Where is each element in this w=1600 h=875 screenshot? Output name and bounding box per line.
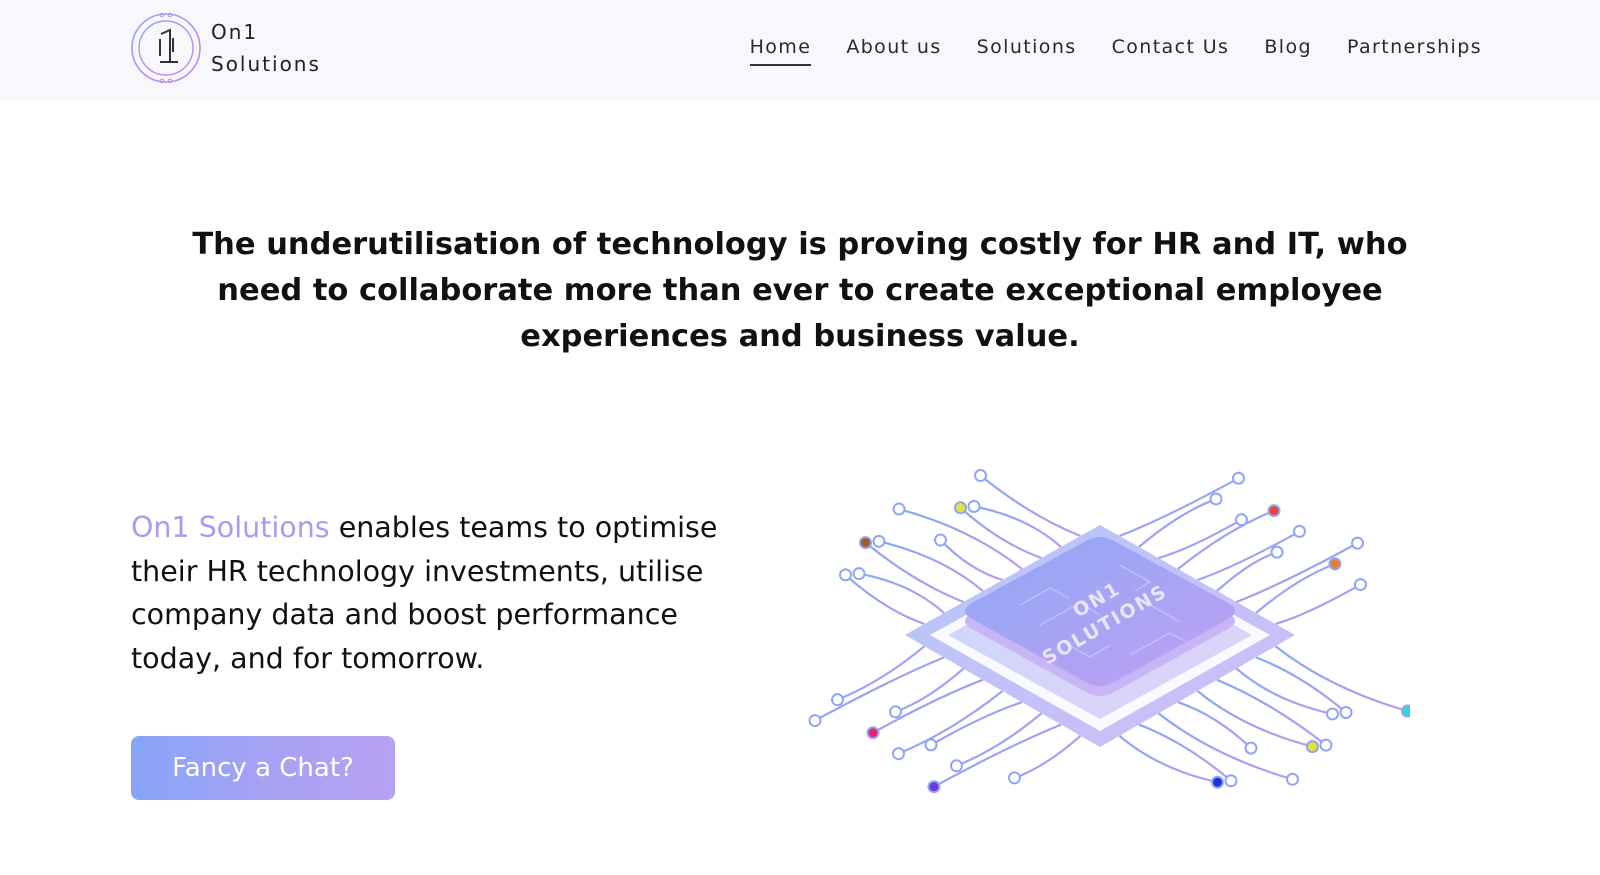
circuit-pad (831, 693, 844, 707)
circuit-trace (1197, 530, 1301, 582)
circuit-trace (1236, 542, 1359, 604)
circuit-pad (892, 502, 906, 516)
circuit-pad (1354, 578, 1367, 592)
circuit-pad (1267, 504, 1281, 518)
circuit-pad (1211, 775, 1224, 789)
circuit-pad (1209, 492, 1223, 506)
circuit-trace (973, 505, 1062, 548)
circuit-pad (1224, 774, 1238, 788)
circuit-pad (852, 567, 866, 581)
logo-icon (131, 12, 201, 84)
nav-contact-us[interactable]: Contact Us (1112, 36, 1230, 66)
circuit-trace (858, 572, 945, 614)
circuit-trace (1275, 583, 1362, 626)
circuit-pad (859, 536, 872, 550)
circuit-pad (924, 738, 938, 752)
brand-name: On1 Solutions (131, 511, 330, 544)
circuit-pad (967, 500, 981, 513)
circuit-trace (1274, 645, 1408, 713)
circuit-chip-illustration: ON1 SOLUTIONS (808, 469, 1410, 794)
nav-solutions[interactable]: Solutions (977, 36, 1077, 66)
logo-name-line1: On1 (211, 20, 259, 44)
main-nav: Home About us Solutions Contact Us Blog … (715, 36, 1482, 66)
circuit-pad (1401, 704, 1410, 718)
circuit-pad (839, 568, 852, 582)
nav-partnerships[interactable]: Partnerships (1347, 36, 1482, 66)
circuit-pad (1286, 772, 1299, 786)
circuit-trace (1177, 701, 1252, 749)
circuit-pad (950, 759, 963, 773)
hero-headline: The underutilisation of technology is pr… (192, 227, 1408, 354)
circuit-trace (1119, 477, 1240, 538)
circuit-pad (1351, 536, 1364, 550)
circuit-pad (1339, 705, 1353, 719)
circuit-trace (844, 574, 925, 626)
circuit-pad (892, 747, 905, 761)
hero-intro: On1 Solutions enables teams to optimise … (131, 506, 751, 680)
circuit-pad (954, 501, 967, 515)
circuit-trace (814, 656, 945, 722)
circuit-pad (1244, 741, 1258, 755)
circuit-trace (1216, 678, 1327, 747)
circuit-trace (939, 539, 1003, 582)
circuit-pad (927, 780, 941, 794)
circuit-trace (837, 645, 926, 701)
circuit-pad (889, 705, 902, 719)
circuit-pad (1328, 557, 1342, 571)
circuit-pad (808, 714, 822, 728)
circuit-pad (1293, 524, 1306, 538)
nav-about-us[interactable]: About us (846, 36, 941, 66)
nav-blog[interactable]: Blog (1264, 36, 1312, 66)
circuit-pad (1270, 545, 1284, 559)
circuit-pad (934, 533, 947, 547)
logo[interactable]: On1 Solutions (130, 12, 321, 84)
circuit-pad (1306, 740, 1319, 754)
circuit-trace (1014, 734, 1082, 779)
circuit-pad (1319, 738, 1333, 752)
circuit-trace (898, 690, 1004, 755)
circuit-pad (1008, 771, 1021, 785)
nav-home[interactable]: Home (749, 36, 812, 66)
site-header: On1 Solutions Home About us Solutions Co… (0, 0, 1600, 100)
circuit-pad (1326, 707, 1339, 721)
circuit-pad (1232, 471, 1245, 485)
circuit-pad (1235, 513, 1248, 527)
circuit-pad (974, 469, 987, 483)
circuit-pad (872, 534, 886, 548)
fancy-a-chat-button[interactable]: Fancy a Chat? (131, 736, 395, 800)
logo-name-line2: Solutions (211, 52, 321, 76)
circuit-trace (959, 506, 1042, 560)
circuit-pad (866, 726, 880, 740)
